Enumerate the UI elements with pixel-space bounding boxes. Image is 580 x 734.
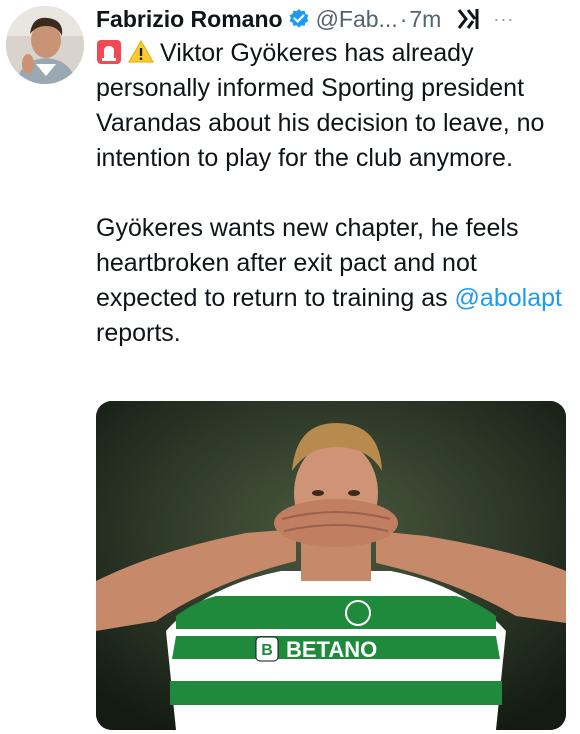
author-name[interactable]: Fabrizio Romano xyxy=(96,6,283,33)
tweet-paragraph-1: Viktor Gyökeres has already personally i… xyxy=(96,36,572,176)
mention-link[interactable]: @abolapt xyxy=(455,284,562,312)
tweet-text: Viktor Gyökeres has already personally i… xyxy=(96,36,572,351)
sponsor-text: BETANO xyxy=(286,637,377,662)
avatar-image xyxy=(6,6,84,84)
siren-icon xyxy=(96,39,122,65)
verified-badge-icon xyxy=(288,8,310,30)
player-photo: B BETANO xyxy=(96,401,566,730)
time-separator: · xyxy=(399,5,408,32)
tweet-paragraph-2: Gyökeres wants new chapter, he feels hea… xyxy=(96,211,572,351)
tweet-time[interactable]: 7m xyxy=(409,6,441,33)
paragraph-2-end: reports. xyxy=(96,319,181,347)
sponsor-letter: B xyxy=(261,642,273,659)
author-handle[interactable]: @Fab... xyxy=(316,6,398,33)
more-options-icon[interactable]: ··· xyxy=(493,10,514,28)
paragraph-1-text: Viktor Gyökeres has already personally i… xyxy=(96,39,545,172)
warning-icon xyxy=(128,39,154,65)
author-avatar[interactable] xyxy=(6,6,84,84)
tweet-media-image[interactable]: B BETANO xyxy=(96,401,566,730)
grok-icon[interactable] xyxy=(457,7,483,31)
tweet-header: Fabrizio Romano @Fab... · 7m ··· xyxy=(96,4,576,34)
